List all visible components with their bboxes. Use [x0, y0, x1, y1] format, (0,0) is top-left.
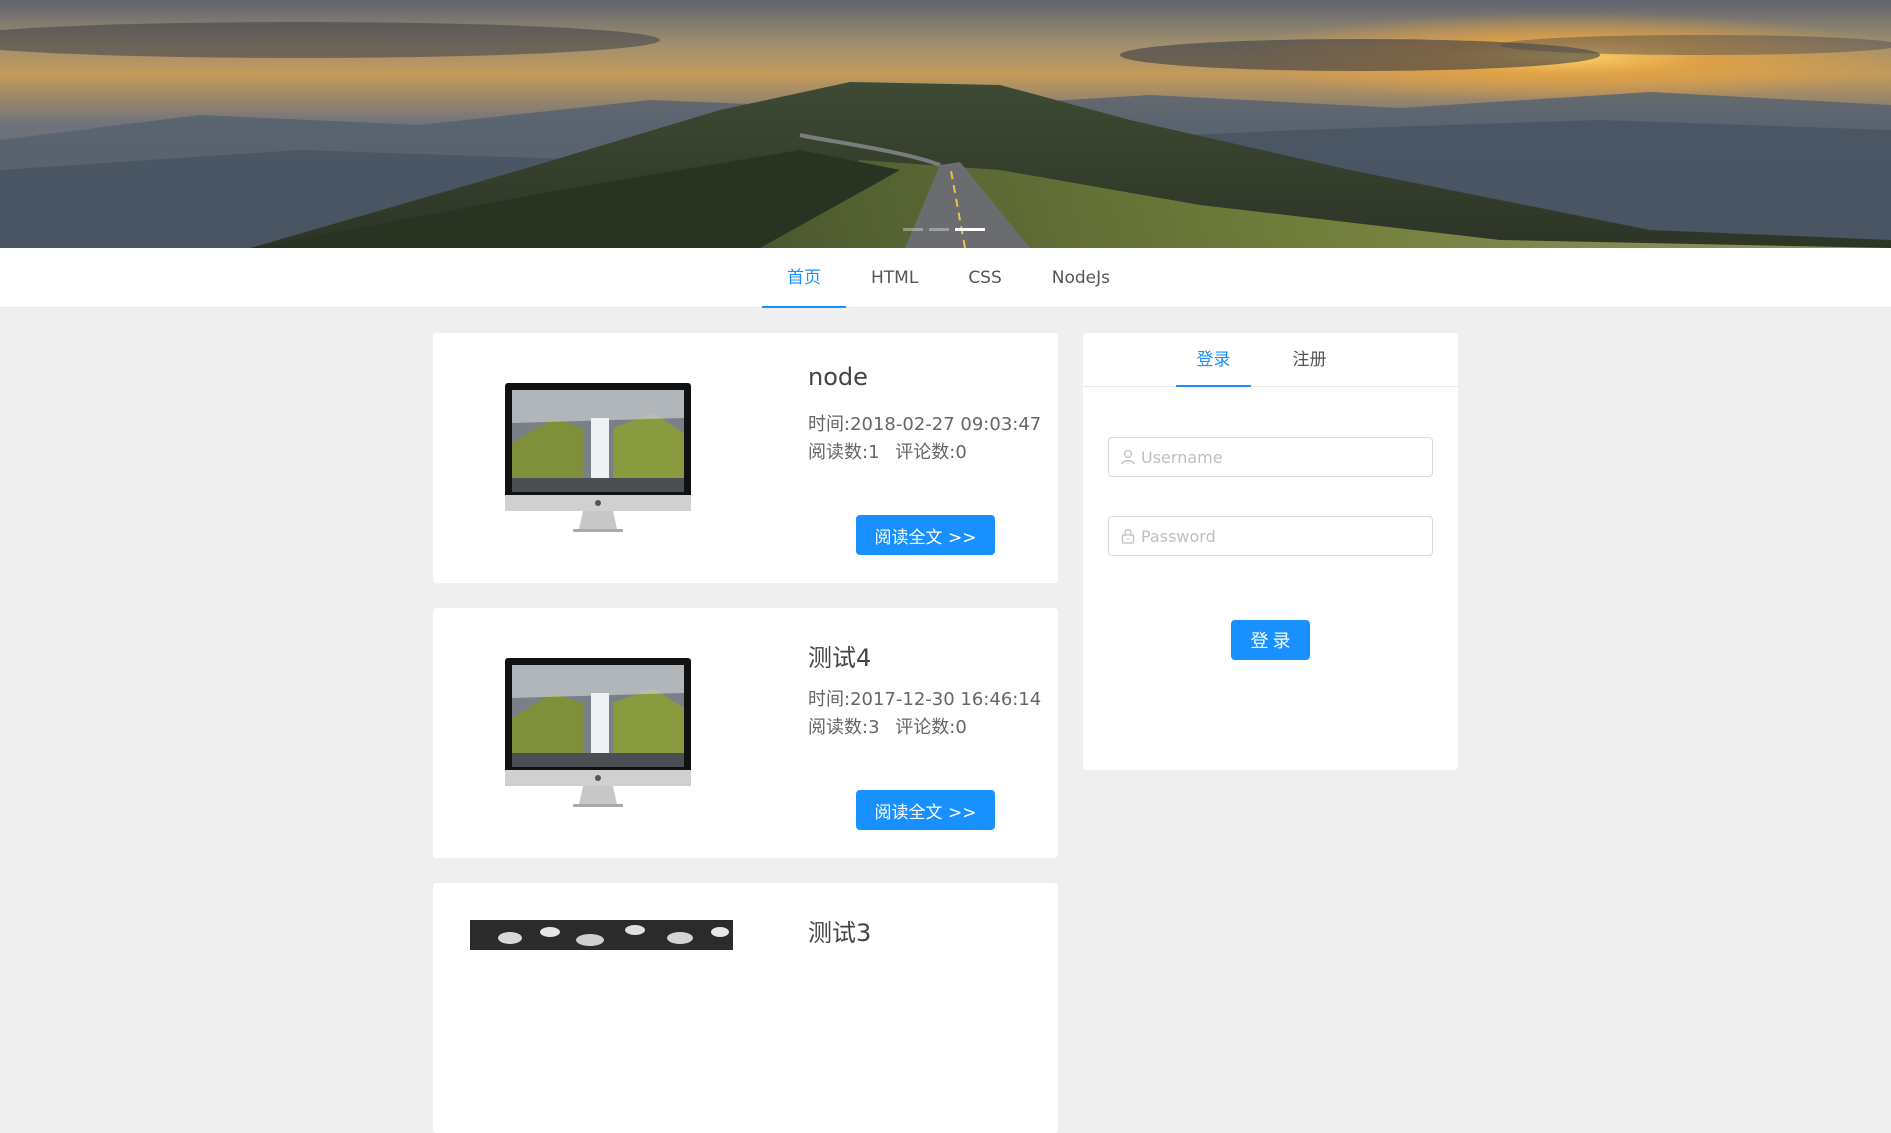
read-more-button[interactable]: 阅读全文 >>	[856, 515, 995, 555]
article-read-count: 阅读数:3	[808, 717, 880, 738]
article-time: 时间:2018-02-27 09:03:47	[808, 414, 1042, 435]
article-title[interactable]: 测试3	[808, 913, 871, 948]
article-card: 测试4 时间:2017-12-30 16:46:14 阅读数:3 评论数:0 阅…	[433, 608, 1058, 858]
nav-item-nodejs[interactable]: NodeJs	[1027, 248, 1135, 308]
username-input[interactable]	[1141, 447, 1421, 467]
article-title[interactable]: 测试4	[808, 638, 871, 673]
article-card: 测试3	[433, 883, 1058, 1133]
login-submit-button[interactable]: 登录	[1231, 620, 1310, 660]
carousel-indicators	[903, 228, 985, 231]
article-thumbnail[interactable]	[503, 383, 693, 538]
article-title[interactable]: node	[808, 363, 868, 391]
hero-carousel	[0, 0, 1891, 248]
tab-register[interactable]: 注册	[1272, 333, 1347, 387]
carousel-dot-2[interactable]	[929, 228, 949, 231]
carousel-dot-3[interactable]	[955, 228, 985, 231]
auth-tabs: 登录 注册	[1083, 333, 1458, 387]
password-field[interactable]	[1108, 516, 1433, 556]
landscape-banner-image	[0, 0, 1891, 248]
nav-item-home[interactable]: 首页	[762, 248, 846, 308]
article-comment-count: 评论数:0	[895, 442, 967, 463]
article-comment-count: 评论数:0	[895, 717, 967, 738]
nav-item-html[interactable]: HTML	[846, 248, 943, 308]
lock-icon	[1121, 528, 1135, 544]
nav-menu: 首页 HTML CSS NodeJs	[762, 248, 1135, 308]
user-icon	[1121, 449, 1135, 465]
read-more-button[interactable]: 阅读全文 >>	[856, 790, 995, 830]
password-input[interactable]	[1141, 526, 1421, 546]
carousel-dot-1[interactable]	[903, 228, 923, 231]
auth-panel: 登录 注册 登录	[1083, 333, 1458, 770]
article-thumbnail[interactable]	[470, 920, 733, 950]
article-thumbnail[interactable]	[503, 658, 693, 813]
article-time: 时间:2017-12-30 16:46:14	[808, 689, 1042, 710]
article-card: node 时间:2018-02-27 09:03:47 阅读数:1 评论数:0 …	[433, 333, 1058, 583]
article-read-count: 阅读数:1	[808, 442, 880, 463]
username-field[interactable]	[1108, 437, 1433, 477]
article-meta: 时间:2018-02-27 09:03:47 阅读数:1 评论数:0	[808, 411, 1041, 467]
nav-item-css[interactable]: CSS	[943, 248, 1026, 308]
article-meta: 时间:2017-12-30 16:46:14 阅读数:3 评论数:0	[808, 686, 1041, 742]
tab-login[interactable]: 登录	[1176, 333, 1251, 387]
main-nav: 首页 HTML CSS NodeJs	[0, 248, 1891, 308]
